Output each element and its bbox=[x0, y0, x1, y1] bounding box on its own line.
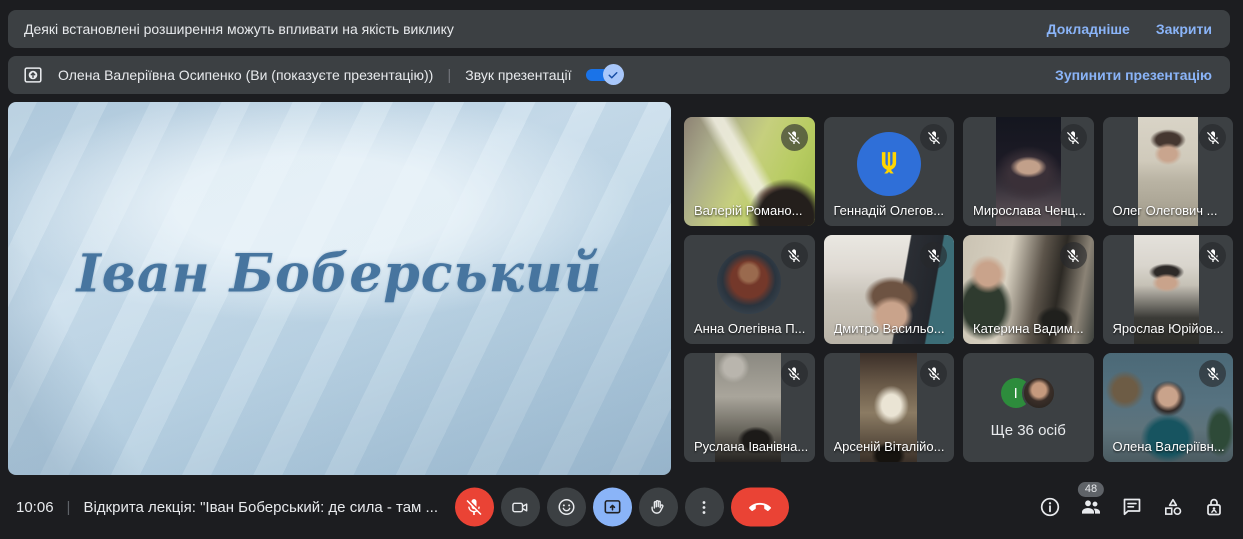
stop-presenting-button[interactable]: Зупинити презентацію bbox=[1055, 67, 1212, 83]
details-link[interactable]: Докладніше bbox=[1047, 21, 1130, 37]
reactions-button[interactable] bbox=[546, 487, 586, 527]
mic-off-icon bbox=[920, 124, 947, 151]
stacked-avatars: І bbox=[1000, 376, 1056, 410]
participant-name: Валерій Романо... bbox=[694, 203, 803, 218]
present-to-all-icon bbox=[24, 67, 42, 83]
participant-name: Ярослав Юрійов... bbox=[1112, 321, 1224, 336]
mic-off-icon bbox=[1059, 124, 1087, 151]
close-banner-link[interactable]: Закрити bbox=[1156, 21, 1212, 37]
divider: | bbox=[66, 498, 71, 516]
participant-name: Анна Олегівна П... bbox=[694, 321, 806, 336]
photo-avatar bbox=[1021, 376, 1056, 410]
activities-icon[interactable] bbox=[1161, 495, 1185, 519]
slide-title: Іван Боберський bbox=[76, 243, 603, 305]
meet-window: Деякі встановлені розширення можуть впли… bbox=[0, 0, 1243, 539]
participant-tile[interactable]: Дмитро Васильо... bbox=[823, 235, 954, 344]
participant-name: Дмитро Васильо... bbox=[833, 321, 945, 336]
mic-off-icon bbox=[1059, 242, 1087, 269]
participant-grid: Валерій Романо... Геннадій Олегов... Мир… bbox=[684, 117, 1233, 462]
mic-off-icon bbox=[920, 360, 947, 387]
avatar bbox=[717, 249, 782, 314]
presentation-sound-toggle[interactable] bbox=[585, 64, 624, 85]
mic-off-icon bbox=[1199, 124, 1226, 151]
info-icon[interactable] bbox=[1038, 495, 1062, 519]
mic-off-icon bbox=[780, 242, 808, 269]
toggle-check-icon bbox=[602, 64, 624, 85]
camera-button[interactable] bbox=[500, 487, 540, 527]
more-participants-label: Ще 36 осіб bbox=[990, 422, 1066, 439]
raise-hand-button[interactable] bbox=[638, 487, 678, 527]
participant-tile[interactable]: Анна Олегівна П... bbox=[684, 235, 815, 344]
people-icon[interactable]: 48 bbox=[1077, 482, 1105, 519]
shared-screen-tile[interactable]: Іван Боберський bbox=[8, 102, 671, 475]
self-view-tile[interactable]: Олена Валеріївн... bbox=[1102, 353, 1233, 462]
mic-off-icon bbox=[1199, 242, 1226, 269]
participant-name: Катерина Вадим... bbox=[973, 321, 1084, 336]
clock: 10:06 bbox=[16, 498, 54, 516]
participant-tile[interactable]: Арсеній Віталійо... bbox=[823, 353, 954, 462]
host-controls-icon[interactable] bbox=[1202, 495, 1226, 519]
trident-avatar bbox=[856, 131, 921, 196]
participant-tile[interactable]: Руслана Іванівна... bbox=[684, 353, 815, 462]
participant-name: Арсеній Віталійо... bbox=[833, 439, 945, 454]
mic-off-icon bbox=[780, 360, 808, 387]
mic-off-button[interactable] bbox=[454, 487, 494, 527]
mic-off-icon bbox=[780, 124, 808, 151]
mic-off-icon bbox=[920, 242, 947, 269]
participant-name: Руслана Іванівна... bbox=[694, 439, 809, 454]
participant-name: Олег Олегович ... bbox=[1112, 203, 1218, 218]
chat-icon[interactable] bbox=[1120, 495, 1144, 519]
divider: | bbox=[447, 66, 452, 84]
participant-tile[interactable]: Геннадій Олегов... bbox=[823, 117, 954, 226]
more-options-button[interactable] bbox=[684, 487, 724, 527]
meeting-title: Відкрита лекція: "Іван Боберський: де си… bbox=[83, 498, 439, 516]
more-participants-tile[interactable]: І Ще 36 осіб bbox=[963, 353, 1094, 462]
meeting-panels: 48 bbox=[1038, 475, 1226, 539]
participant-tile[interactable]: Валерій Романо... bbox=[684, 117, 815, 226]
participant-tile[interactable]: Ярослав Юрійов... bbox=[1102, 235, 1233, 344]
participant-tile[interactable]: Олег Олегович ... bbox=[1102, 117, 1233, 226]
call-controls bbox=[454, 487, 789, 527]
presentation-sound-label: Звук презентації bbox=[465, 67, 572, 83]
participant-name: Геннадій Олегов... bbox=[833, 203, 945, 218]
participant-tile[interactable]: Мирослава Ченц... bbox=[963, 117, 1094, 226]
participants-count-badge: 48 bbox=[1077, 482, 1105, 497]
participant-name: Мирослава Ченц... bbox=[973, 203, 1086, 218]
mic-off-icon bbox=[1199, 360, 1226, 387]
end-call-button[interactable] bbox=[730, 487, 789, 527]
participant-name: Олена Валеріївн... bbox=[1112, 439, 1225, 454]
extensions-warning-banner: Деякі встановлені розширення можуть впли… bbox=[8, 10, 1230, 48]
participant-tile[interactable]: Катерина Вадим... bbox=[963, 235, 1094, 344]
presenter-name: Олена Валеріївна Осипенко (Ви (показуєте… bbox=[58, 67, 434, 83]
warning-message: Деякі встановлені розширення можуть впли… bbox=[24, 21, 454, 37]
presentation-banner: Олена Валеріївна Осипенко (Ви (показуєте… bbox=[8, 56, 1230, 94]
bottom-bar: 10:06 | Відкрита лекція: "Іван Боберськи… bbox=[0, 475, 1243, 539]
present-screen-button[interactable] bbox=[592, 487, 632, 527]
